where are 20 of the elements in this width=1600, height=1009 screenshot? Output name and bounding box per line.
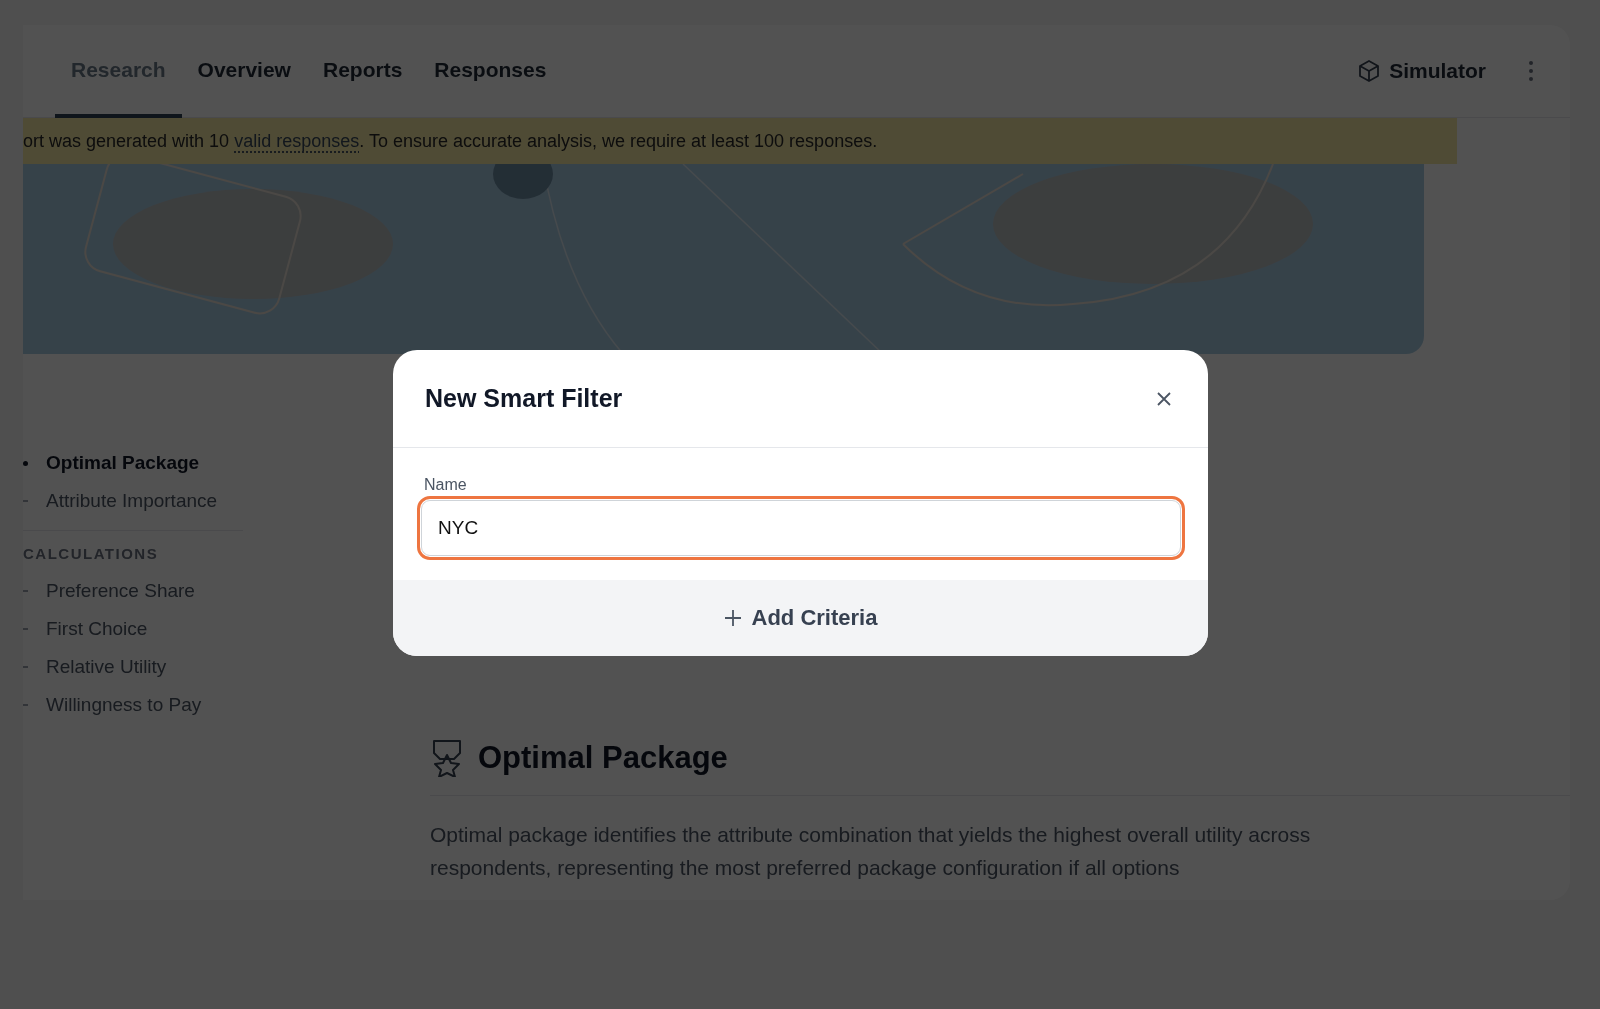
sidebar-item[interactable]: Attribute Importance bbox=[23, 482, 218, 520]
sidebar-item[interactable]: Preference Share bbox=[23, 572, 195, 610]
tab[interactable]: Reports bbox=[306, 25, 419, 118]
award-icon bbox=[430, 739, 464, 777]
tab[interactable]: Responses bbox=[418, 25, 563, 118]
section-description: Optimal package identifies the attribute combination that yields the highest overall utility across respondents, representing the most preferred package configuration if all options bbox=[430, 822, 1312, 881]
dialog-title: New Smart Filter bbox=[425, 384, 623, 413]
sidebar-item[interactable]: Optimal Package bbox=[23, 444, 200, 482]
sidebar-item[interactable]: Relative Utility bbox=[23, 648, 167, 686]
section-title: Optimal Package bbox=[478, 740, 728, 776]
plus-icon bbox=[723, 609, 742, 627]
tab[interactable]: Overview bbox=[181, 25, 307, 118]
add-criteria-button[interactable]: Add Criteria bbox=[717, 604, 884, 632]
simulator-button[interactable]: Simulator bbox=[1351, 25, 1492, 117]
field-label: Name bbox=[424, 476, 468, 494]
valid-responses-link[interactable]: valid responses bbox=[234, 130, 360, 151]
cube-icon bbox=[1357, 59, 1382, 83]
sidebar-item[interactable]: Willingness to Pay bbox=[23, 686, 202, 724]
warning-message: ort was generated with 10 valid responses. To ensure accurate analysis, we require at least 100 responses. bbox=[23, 130, 878, 152]
sidebar-item[interactable]: First Choice bbox=[23, 610, 148, 648]
